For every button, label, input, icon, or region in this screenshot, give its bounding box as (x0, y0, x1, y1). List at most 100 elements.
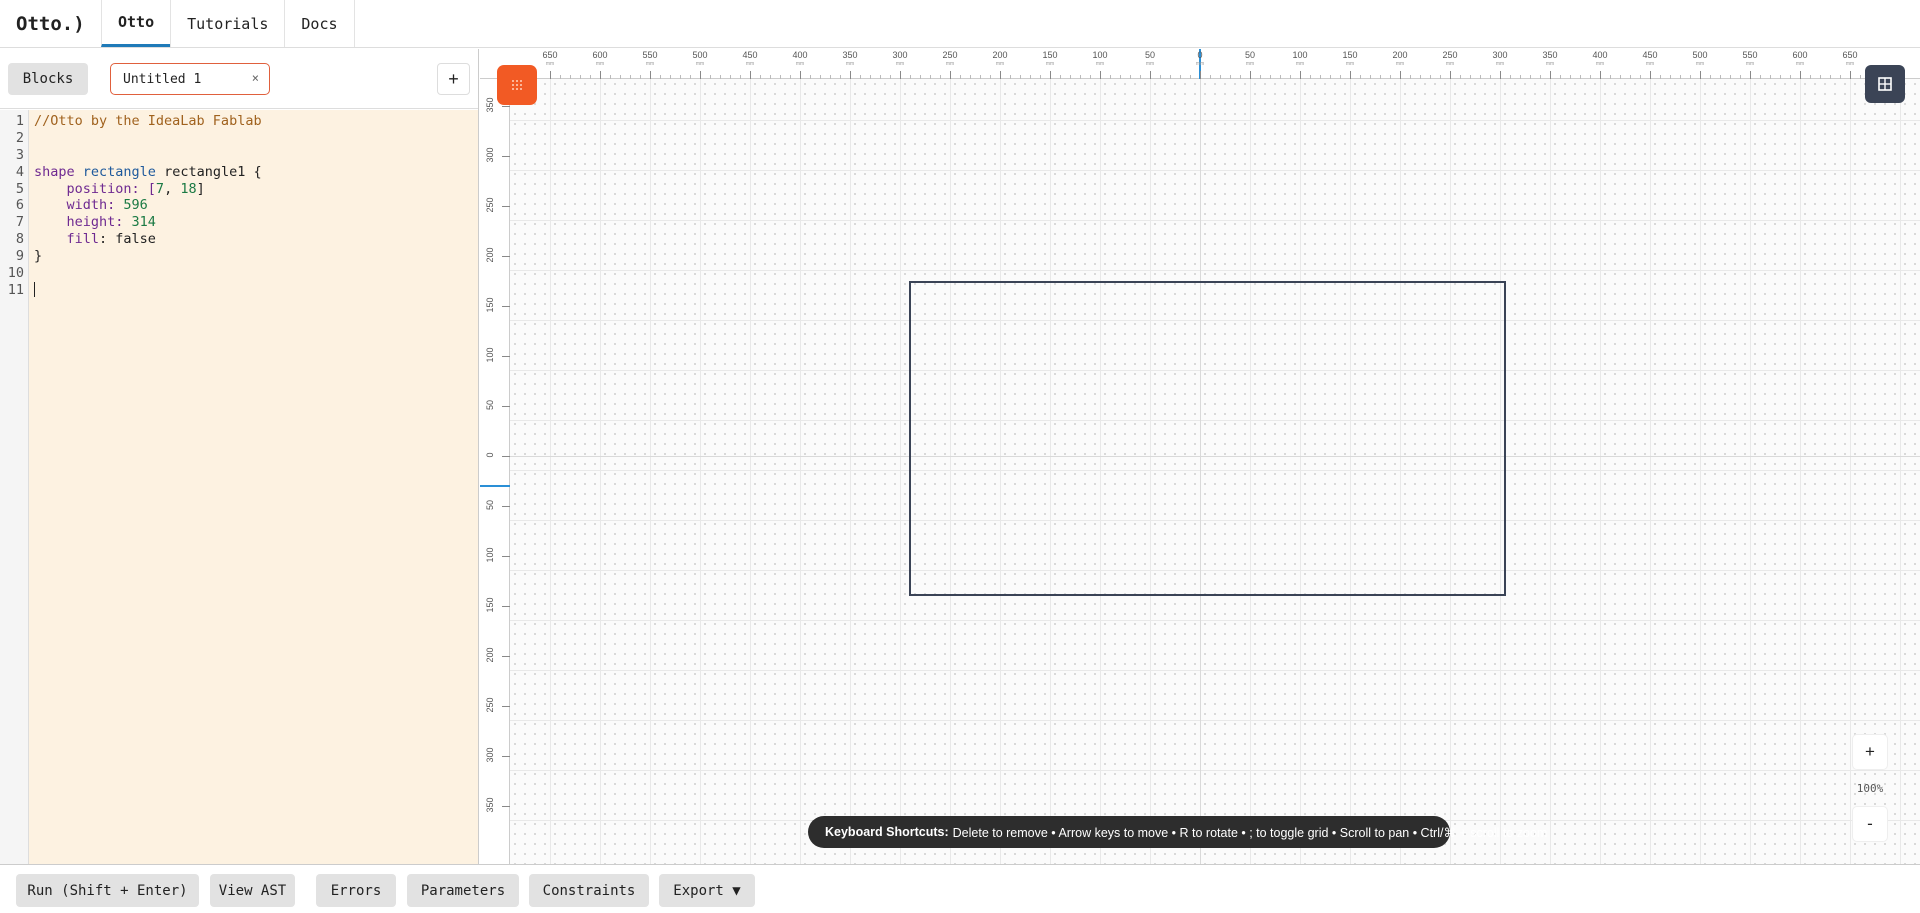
ruler-label: 50 (1144, 50, 1156, 60)
ruler-label: 200 (1392, 50, 1408, 60)
tab-tutorials[interactable]: Tutorials (170, 0, 284, 47)
ruler-tick (502, 256, 510, 257)
ruler-minor-tick (1460, 75, 1461, 79)
ruler-unit: mm (695, 61, 705, 67)
ruler-tick (1750, 71, 1751, 79)
code-editor[interactable]: 1//Otto by the IdeaLab Fablab 2 3 4 shape… (0, 110, 478, 864)
ruler-label: 250 (485, 697, 495, 713)
view-ast-button[interactable]: View AST (210, 874, 295, 907)
export-button[interactable]: Export ▼ (659, 874, 755, 907)
zoom-out-button[interactable]: - (1852, 806, 1888, 842)
code-line: 6 width: 596 (0, 197, 478, 214)
ruler-minor-tick (710, 75, 711, 79)
drag-handle-button[interactable] (497, 65, 537, 105)
ruler-minor-tick (990, 75, 991, 79)
ruler-label: 200 (485, 647, 495, 663)
code-number: 18 (180, 180, 197, 197)
code-punct: ] (196, 180, 205, 197)
ruler-label: 200 (485, 247, 495, 263)
ruler-minor-tick (1680, 75, 1681, 79)
ruler-minor-tick (1410, 75, 1411, 79)
code-line: 4 shape rectangle rectangle1 { (0, 164, 478, 181)
ruler-minor-tick (1170, 75, 1171, 79)
code-line: 7 height: 314 (0, 214, 478, 231)
ruler-minor-tick (1330, 75, 1331, 79)
ruler-minor-tick (1380, 75, 1381, 79)
ruler-minor-tick (1220, 75, 1221, 79)
ruler-minor-tick (1710, 75, 1711, 79)
ruler-tick (900, 71, 901, 79)
ruler-label: 0 (1197, 50, 1203, 60)
code-keyword: shape (34, 163, 75, 180)
ruler-tick (600, 71, 601, 79)
ruler-minor-tick (1440, 75, 1441, 79)
ruler-tick (502, 606, 510, 607)
ruler-label: 600 (592, 50, 608, 60)
code-area[interactable]: 1//Otto by the IdeaLab Fablab 2 3 4 shape… (0, 113, 478, 299)
ruler-unit: mm (1145, 61, 1155, 67)
ruler-minor-tick (810, 75, 811, 79)
tab-docs[interactable]: Docs (284, 0, 355, 47)
ruler-minor-tick (1030, 75, 1031, 79)
ruler-tick (1450, 71, 1451, 79)
ruler-tick (502, 656, 510, 657)
grid-toggle-button[interactable] (1865, 65, 1905, 103)
ruler-label: 50 (485, 500, 495, 511)
constraints-button[interactable]: Constraints (529, 874, 649, 907)
ruler-label: 450 (742, 50, 758, 60)
ruler-label: 300 (892, 50, 908, 60)
ruler-unit: mm (995, 61, 1005, 67)
ruler-minor-tick (610, 75, 611, 79)
shortcuts-text: Delete to remove • Arrow keys to move • … (952, 825, 1548, 840)
ruler-minor-tick (1830, 75, 1831, 79)
code-property: height: (34, 214, 132, 231)
ruler-tick (1800, 71, 1801, 79)
ruler-minor-tick (830, 75, 831, 79)
code-text: position: [7, 18] (26, 181, 205, 198)
line-number: 5 (15, 180, 24, 197)
ruler-minor-tick (1530, 75, 1531, 79)
line-number: 2 (15, 129, 24, 146)
ruler-minor-tick (1370, 75, 1371, 79)
tab-otto[interactable]: Otto (101, 0, 171, 47)
zoom-in-button[interactable]: + (1852, 734, 1888, 770)
ruler-minor-tick (860, 75, 861, 79)
ruler-unit: mm (1595, 61, 1605, 67)
line-number: 1 (15, 113, 24, 129)
ruler-minor-tick (1690, 75, 1691, 79)
ruler-minor-tick (1140, 75, 1141, 79)
ruler-minor-tick (1090, 75, 1091, 79)
origin-marker-y (480, 485, 510, 487)
brand-logo[interactable]: Otto.) (0, 0, 101, 47)
add-file-button[interactable]: + (437, 63, 470, 95)
ruler-minor-tick (1470, 75, 1471, 79)
drawing-canvas[interactable]: 650 mm 600 mm 550 mm 500 mm 450 mm 400 mm 350 mm 300 mm… (480, 49, 1920, 864)
blocks-button[interactable]: Blocks (8, 63, 88, 95)
ruler-tick (1100, 71, 1101, 79)
ruler-minor-tick (1540, 75, 1541, 79)
ruler-minor-tick (910, 75, 911, 79)
rectangle1-shape[interactable] (909, 281, 1506, 596)
ruler-minor-tick (1520, 75, 1521, 79)
ruler-minor-tick (1430, 75, 1431, 79)
run-button[interactable]: Run (Shift + Enter) (16, 874, 199, 907)
ruler-unit: mm (1845, 61, 1855, 67)
parameters-button[interactable]: Parameters (407, 874, 519, 907)
ruler-minor-tick (1730, 75, 1731, 79)
ruler-label: 150 (485, 597, 495, 613)
ruler-minor-tick (970, 75, 971, 79)
close-icon[interactable]: × (252, 71, 259, 85)
file-tab-untitled[interactable]: Untitled 1 × (110, 63, 270, 95)
code-text (26, 282, 35, 299)
ruler-minor-tick (1040, 75, 1041, 79)
ruler-label: 550 (1742, 50, 1758, 60)
ruler-unit: mm (1695, 61, 1705, 67)
ruler-minor-tick (840, 75, 841, 79)
ruler-tick (950, 71, 951, 79)
code-text: height: 314 (26, 214, 156, 231)
ruler-minor-tick (1840, 75, 1841, 79)
ruler-minor-tick (720, 75, 721, 79)
line-number: 11 (7, 281, 24, 298)
ruler-minor-tick (730, 75, 731, 79)
errors-button[interactable]: Errors (316, 874, 396, 907)
